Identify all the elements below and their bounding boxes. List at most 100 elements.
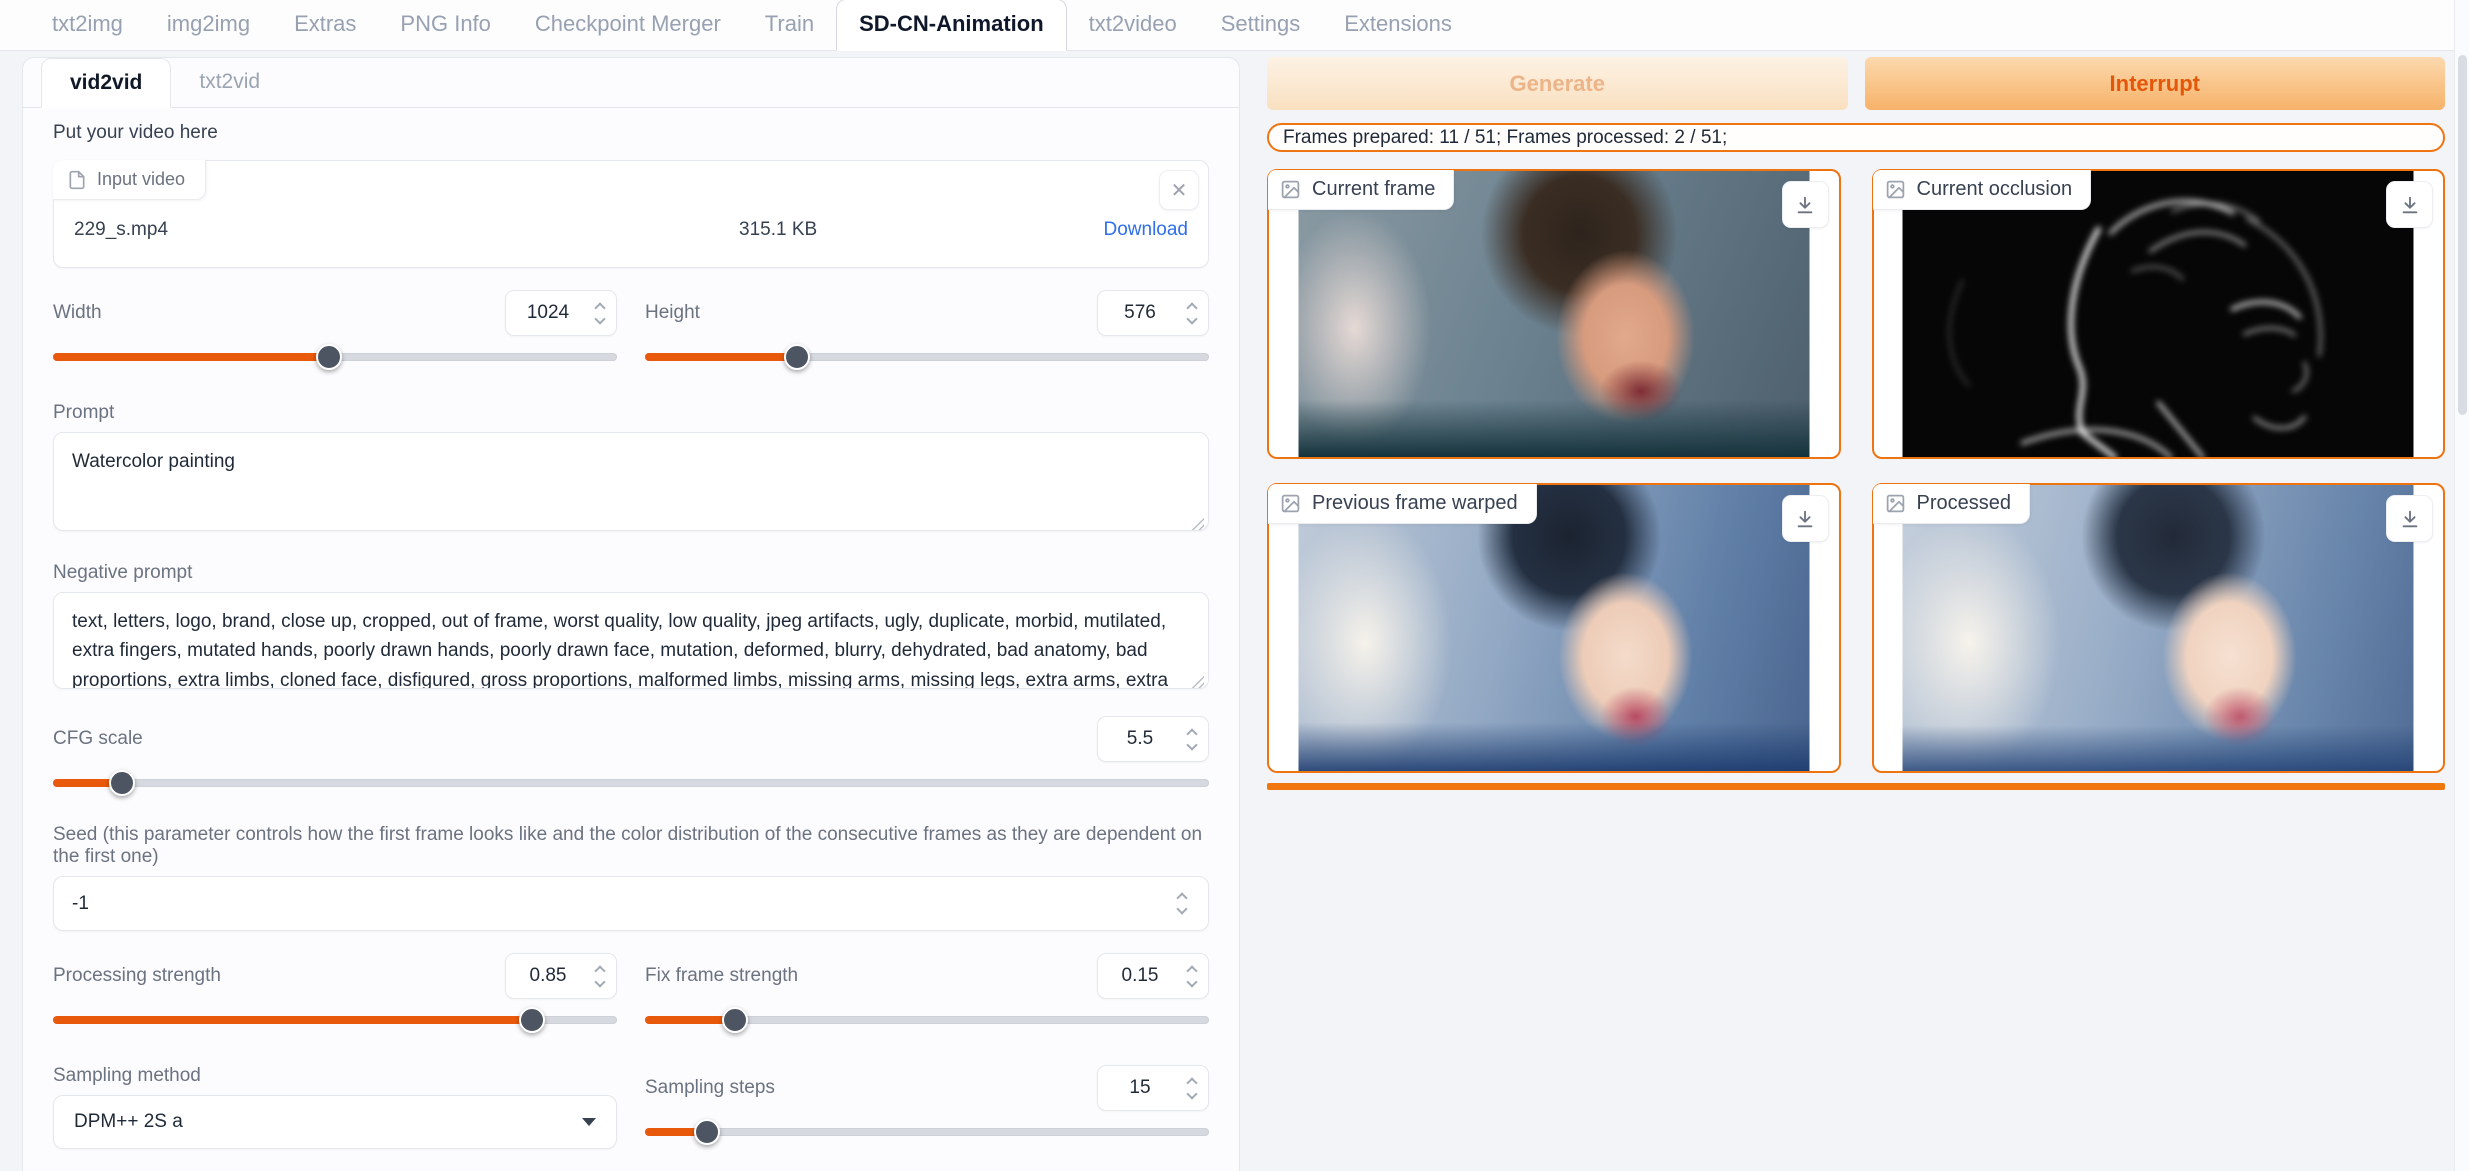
width-slider-thumb[interactable]	[316, 344, 342, 370]
current-frame-panel: Current frame	[1267, 169, 1841, 459]
fix-frame-strength-input[interactable]: 0.15	[1097, 953, 1209, 999]
generate-button[interactable]: Generate	[1267, 57, 1848, 110]
download-link[interactable]: Download	[1104, 219, 1189, 241]
image-icon	[1885, 493, 1906, 514]
download-icon	[2399, 508, 2421, 530]
current-occlusion-image[interactable]	[1903, 171, 2414, 457]
height-slider-thumb[interactable]	[784, 344, 810, 370]
processing-strength-input[interactable]: 0.85	[505, 953, 617, 999]
video-hint-label: Put your video here	[53, 122, 1209, 144]
tab-checkpoint-merger[interactable]: Checkpoint Merger	[513, 0, 743, 50]
height-input[interactable]: 576	[1097, 290, 1209, 336]
sampling-steps-label: Sampling steps	[645, 1077, 775, 1099]
image-icon	[1280, 493, 1301, 514]
settings-panel: vid2vid txt2vid Put your video here Inpu…	[22, 57, 1240, 1171]
current-frame-image[interactable]	[1298, 171, 1809, 457]
height-label: Height	[645, 302, 700, 324]
seed-label: Seed (this parameter controls how the fi…	[53, 824, 1209, 868]
download-processed-button[interactable]	[2386, 495, 2433, 542]
width-input[interactable]: 1024	[505, 290, 617, 336]
seed-input[interactable]: -1	[53, 876, 1209, 931]
processed-panel: Processed	[1872, 483, 2446, 773]
processing-strength-stepper[interactable]	[590, 967, 616, 986]
page-scrollbar[interactable]	[2454, 0, 2469, 1171]
fix-frame-strength-label: Fix frame strength	[645, 965, 798, 987]
sampling-steps-stepper[interactable]	[1182, 1079, 1208, 1098]
clear-video-button[interactable]: ✕	[1159, 170, 1199, 210]
fix-frame-strength-slider[interactable]	[645, 1005, 1209, 1035]
occlusion-edges	[1903, 171, 2414, 457]
input-video-block: Input video ✕ 229_s.mp4 315.1 KB Downloa…	[53, 160, 1209, 268]
seed-value: -1	[72, 893, 1172, 915]
resize-grip-icon[interactable]	[1191, 675, 1204, 688]
processed-image[interactable]	[1903, 485, 2414, 771]
seed-stepper[interactable]	[1172, 894, 1198, 913]
processing-strength-slider[interactable]	[53, 1005, 617, 1035]
file-icon	[67, 170, 87, 190]
cfg-scale-input[interactable]: 5.5	[1097, 716, 1209, 762]
cfg-scale-value: 5.5	[1098, 728, 1182, 750]
fix-frame-strength-stepper[interactable]	[1182, 967, 1208, 986]
tab-vid2vid[interactable]: vid2vid	[41, 58, 171, 108]
cfg-scale-slider[interactable]	[53, 768, 1209, 798]
panel-label: Processed	[1917, 492, 2012, 515]
sampling-method-dropdown[interactable]: DPM++ 2S a	[53, 1095, 617, 1149]
negative-prompt-label: Negative prompt	[53, 562, 1209, 584]
resize-grip-icon[interactable]	[1191, 517, 1204, 530]
width-value: 1024	[506, 302, 590, 324]
image-icon	[1885, 179, 1906, 200]
tab-train[interactable]: Train	[743, 0, 836, 50]
height-slider[interactable]	[645, 342, 1209, 372]
previous-frame-warped-image[interactable]	[1298, 485, 1809, 771]
height-stepper[interactable]	[1182, 304, 1208, 323]
current-occlusion-panel: Current occlusion	[1872, 169, 2446, 459]
file-row: 229_s.mp4 315.1 KB Download	[54, 219, 1208, 241]
panel-label: Current frame	[1312, 178, 1435, 201]
image-icon	[1280, 179, 1301, 200]
file-size: 315.1 KB	[453, 219, 1104, 241]
download-frame-button[interactable]	[1782, 181, 1829, 228]
sampling-method-value: DPM++ 2S a	[74, 1111, 582, 1133]
input-video-badge: Input video	[53, 160, 206, 200]
output-panel: Generate Interrupt Frames prepared: 11 /…	[1267, 57, 2445, 790]
width-label: Width	[53, 302, 102, 324]
panel-label-badge: Current occlusion	[1873, 170, 2092, 210]
chevron-down-icon	[582, 1118, 596, 1126]
tab-sd-cn-animation[interactable]: SD-CN-Animation	[836, 0, 1067, 51]
input-video-badge-label: Input video	[97, 169, 185, 190]
prompt-textarea[interactable]: Watercolor painting	[53, 432, 1209, 531]
interrupt-button[interactable]: Interrupt	[1865, 57, 2446, 110]
frames-grid: Current frame	[1267, 169, 2445, 773]
tab-txt2video[interactable]: txt2video	[1067, 0, 1199, 50]
scrollbar-thumb[interactable]	[2458, 55, 2467, 415]
panel-label-badge: Processed	[1873, 484, 2031, 524]
negative-prompt-textarea[interactable]: text, letters, logo, brand, close up, cr…	[53, 592, 1209, 689]
sampling-steps-input[interactable]: 15	[1097, 1065, 1209, 1111]
download-icon	[1794, 194, 1816, 216]
prompt-label: Prompt	[53, 402, 1209, 424]
tab-txt2img[interactable]: txt2img	[30, 0, 145, 50]
tab-txt2vid[interactable]: txt2vid	[171, 58, 288, 107]
panel-label: Current occlusion	[1917, 178, 2073, 201]
download-warped-button[interactable]	[1782, 495, 1829, 542]
previous-frame-warped-panel: Previous frame warped	[1267, 483, 1841, 773]
download-occlusion-button[interactable]	[2386, 181, 2433, 228]
download-icon	[2399, 194, 2421, 216]
tab-settings[interactable]: Settings	[1199, 0, 1323, 50]
file-name: 229_s.mp4	[74, 219, 453, 241]
tab-extras[interactable]: Extras	[272, 0, 378, 50]
cfg-scale-label: CFG scale	[53, 728, 143, 750]
sampling-steps-slider[interactable]	[645, 1117, 1209, 1147]
width-slider[interactable]	[53, 342, 617, 372]
cfg-stepper[interactable]	[1182, 730, 1208, 749]
cfg-slider-thumb[interactable]	[109, 770, 135, 796]
panel-label-badge: Previous frame warped	[1268, 484, 1537, 524]
panel-label: Previous frame warped	[1312, 492, 1518, 515]
processing-strength-label: Processing strength	[53, 965, 221, 987]
panel-label-badge: Current frame	[1268, 170, 1454, 210]
width-stepper[interactable]	[590, 304, 616, 323]
main-tab-bar: txt2img img2img Extras PNG Info Checkpoi…	[0, 0, 2469, 51]
tab-png-info[interactable]: PNG Info	[378, 0, 512, 50]
tab-img2img[interactable]: img2img	[145, 0, 272, 50]
tab-extensions[interactable]: Extensions	[1322, 0, 1474, 50]
